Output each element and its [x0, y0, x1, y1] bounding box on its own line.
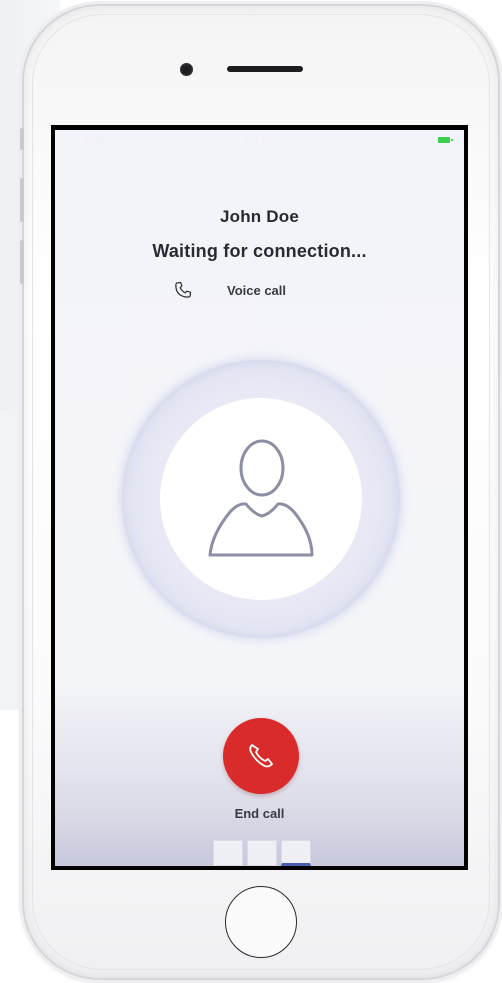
call-type-label: Voice call — [227, 283, 287, 298]
user-avatar-icon — [208, 439, 314, 557]
phone-screen: Blink 09:20 John Doe Waiting for connect… — [51, 125, 468, 870]
call-screen: Blink 09:20 John Doe Waiting for connect… — [55, 130, 464, 866]
phone-hangup-icon — [249, 744, 273, 768]
thumbnail-chat[interactable] — [247, 840, 277, 866]
call-status: Waiting for connection... — [152, 241, 367, 261]
thumbnail-active[interactable] — [281, 840, 311, 866]
end-call-label: End call — [234, 806, 285, 821]
end-call-button[interactable] — [223, 718, 299, 794]
thumbnail-call[interactable] — [213, 840, 243, 866]
battery-icon — [438, 137, 453, 143]
screen-thumbnails — [213, 840, 313, 866]
phone-icon — [175, 282, 191, 298]
side-button-mute — [20, 128, 24, 150]
front-camera — [180, 63, 193, 76]
side-button-volume-down — [20, 240, 24, 284]
side-button-volume-up — [20, 178, 24, 222]
status-time: 09:20 — [245, 135, 274, 147]
earpiece-speaker — [227, 66, 303, 72]
home-button[interactable] — [225, 886, 297, 958]
status-bar: Blink 09:20 — [55, 130, 464, 152]
call-type: Voice call — [173, 278, 313, 302]
caller-name: John Doe — [219, 207, 300, 226]
